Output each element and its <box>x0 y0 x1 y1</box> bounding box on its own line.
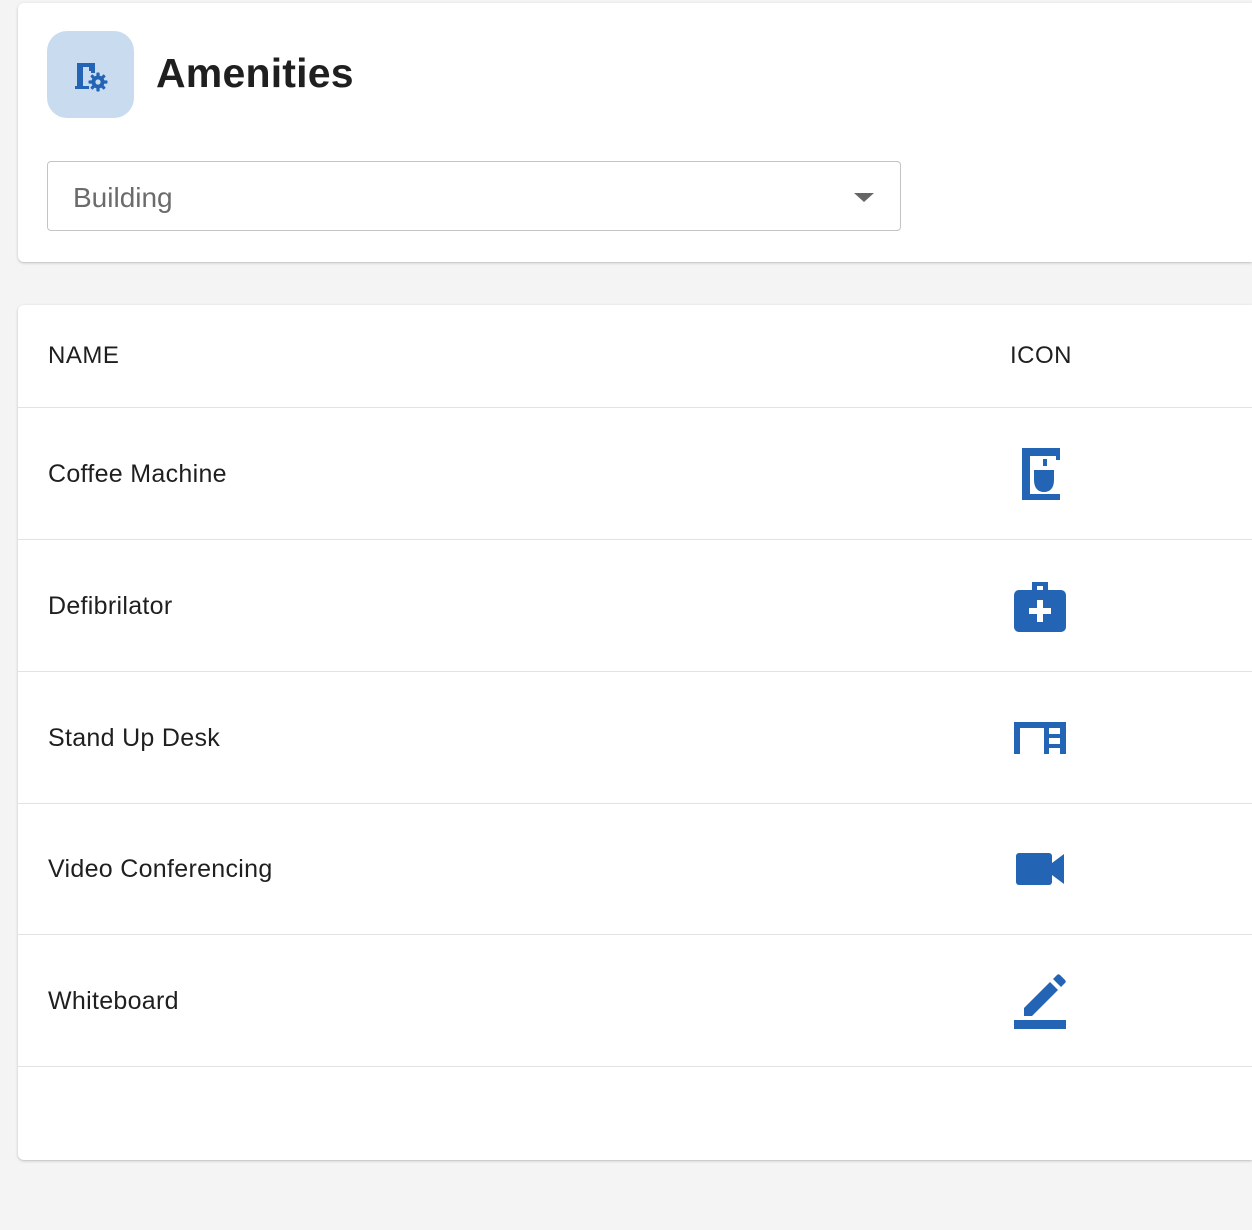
column-header-name: NAME <box>48 342 120 369</box>
videocam-icon <box>1012 841 1068 897</box>
table-row[interactable]: Video Conferencing <box>18 803 1252 935</box>
table-row[interactable]: Defibrilator <box>18 540 1252 672</box>
column-header-icon: ICON <box>1010 342 1072 369</box>
building-settings-icon <box>47 31 134 118</box>
page-title: Amenities <box>156 50 354 96</box>
coffee-maker-icon <box>1012 446 1068 502</box>
amenity-name: Defibrilator <box>48 591 173 620</box>
medical-bag-icon <box>1012 578 1068 634</box>
amenity-name: Video Conferencing <box>48 854 273 883</box>
desk-icon <box>1012 710 1068 766</box>
amenities-table: NAME ICON Coffee Machine Defibrilator St… <box>18 305 1252 1160</box>
border-color-pencil-icon <box>1012 973 1068 1029</box>
table-row[interactable]: Coffee Machine <box>18 408 1252 540</box>
caret-down-icon <box>854 193 874 202</box>
amenity-name: Stand Up Desk <box>48 723 221 752</box>
amenity-name: Whiteboard <box>48 986 179 1015</box>
table-header-row: NAME ICON <box>18 305 1252 408</box>
building-select-value: Building <box>73 182 173 213</box>
amenity-name: Coffee Machine <box>48 459 227 488</box>
table-row[interactable]: Stand Up Desk <box>18 672 1252 804</box>
building-select[interactable]: Building <box>47 161 901 231</box>
table-row[interactable]: Whiteboard <box>18 935 1252 1067</box>
header-card: Amenities Building <box>18 3 1252 262</box>
